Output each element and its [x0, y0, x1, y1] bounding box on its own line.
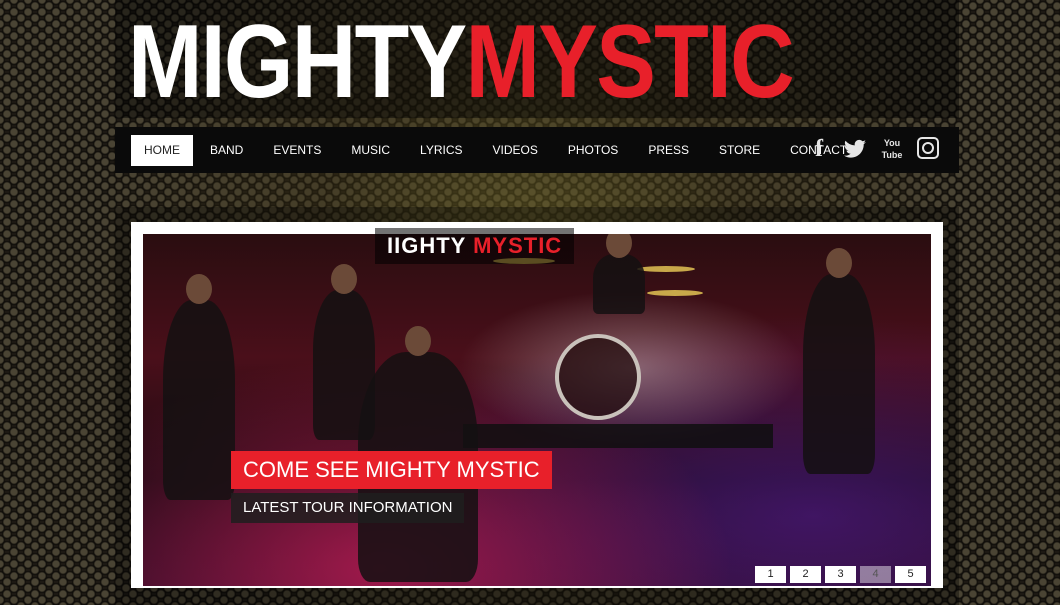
nav-item-store[interactable]: STORE [706, 135, 773, 166]
twitter-icon[interactable] [843, 137, 867, 161]
drummer-figure [593, 234, 645, 314]
slide-caption-subtitle[interactable]: LATEST TOUR INFORMATION [231, 493, 465, 523]
slider-page-2[interactable]: 2 [790, 566, 821, 583]
nav-item-band[interactable]: BAND [197, 135, 256, 166]
main-navigation: HOME BAND EVENTS MUSIC LYRICS VIDEOS PHO… [115, 127, 959, 173]
guitarist-figure-left [163, 274, 235, 500]
slider-pagination: 1 2 3 4 5 [755, 566, 926, 583]
slider-page-1[interactable]: 1 [755, 566, 786, 583]
youtube-icon[interactable]: You Tube [879, 137, 905, 161]
slider-page-3[interactable]: 3 [825, 566, 856, 583]
nav-item-lyrics[interactable]: LYRICS [407, 135, 475, 166]
twitter-bird-glyph [844, 139, 866, 158]
bassist-figure [803, 248, 875, 474]
youtube-label-top: You [883, 138, 901, 148]
slide-image-band-live [143, 234, 931, 586]
nav-item-videos[interactable]: VIDEOS [480, 135, 551, 166]
logo-part-mystic: MYSTIC [465, 4, 794, 120]
youtube-label-bottom: Tube [881, 150, 903, 160]
nav-item-photos[interactable]: PHOTOS [555, 135, 631, 166]
nav-item-music[interactable]: MUSIC [338, 135, 403, 166]
logo-part-mighty: MIGHTY [128, 4, 467, 120]
cymbal-shape [637, 266, 695, 272]
site-logo[interactable]: MIGHTYMYSTIC [128, 10, 795, 114]
stage-riser-shape [463, 424, 773, 448]
nav-menu: HOME BAND EVENTS MUSIC LYRICS VIDEOS PHO… [131, 135, 864, 166]
facebook-icon[interactable]: f [807, 136, 831, 162]
nav-item-events[interactable]: EVENTS [260, 135, 334, 166]
stage-banner-text: IIGHTY MYSTIC [375, 228, 575, 264]
bass-drum-shape [555, 334, 641, 420]
nav-item-home[interactable]: HOME [131, 135, 193, 166]
slider-page-5[interactable]: 5 [895, 566, 926, 583]
stage-banner-part1: IIGHTY [387, 233, 466, 258]
slider-page-4[interactable]: 4 [860, 566, 891, 583]
instagram-icon[interactable] [917, 137, 939, 159]
stage-banner-part2: MYSTIC [473, 233, 563, 258]
slide-caption-title[interactable]: COME SEE MIGHTY MYSTIC [231, 451, 552, 489]
nav-item-press[interactable]: PRESS [635, 135, 702, 166]
social-links: f You Tube [807, 136, 939, 162]
cymbal-shape [647, 290, 703, 296]
